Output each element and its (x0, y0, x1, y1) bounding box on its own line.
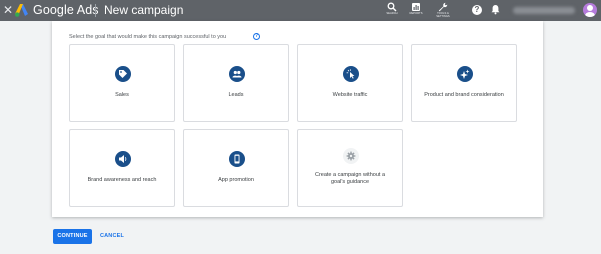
goal-card-label: Create a campaign without a goal's guida… (314, 172, 385, 185)
search-tool[interactable]: SEARCH (380, 1, 404, 20)
search-tool-label: SEARCH (386, 11, 398, 15)
account-info-blurred (513, 7, 575, 14)
people-icon (229, 66, 245, 82)
goal-card-website-traffic[interactable]: Website traffic (297, 44, 403, 122)
goal-card-product-brand-consideration[interactable]: Product and brand consideration (411, 44, 517, 122)
reports-tool[interactable]: REPORTS (404, 1, 428, 20)
goal-card-no-goal[interactable]: Create a campaign without a goal's guida… (297, 129, 403, 207)
reports-tool-label: REPORTS (409, 11, 423, 15)
goal-card-brand-awareness[interactable]: Brand awareness and reach (69, 129, 175, 207)
bell-icon[interactable] (491, 4, 500, 15)
tools-settings-tool-label: TOOLS & SETTINGS (436, 11, 450, 18)
phone-icon (229, 151, 245, 167)
goal-card-label: Leads (228, 92, 244, 98)
goal-card-label: Product and brand consideration (424, 92, 504, 98)
help-circle-icon[interactable]: ? (253, 33, 260, 40)
help-icon[interactable]: ? (472, 5, 482, 15)
goal-card-label: App promotion (218, 177, 254, 183)
goal-card-app-promotion[interactable]: App promotion (183, 129, 289, 207)
page-title: New campaign (104, 3, 184, 17)
goal-card-label: Sales (115, 92, 129, 98)
goal-selection-panel: Select the goal that would make this cam… (52, 21, 543, 217)
google-ads-logo (15, 4, 28, 17)
avatar[interactable] (583, 3, 597, 17)
speaker-icon (115, 151, 131, 167)
tag-icon (115, 66, 131, 82)
goal-card-label: Brand awareness and reach (87, 177, 157, 183)
goal-prompt: Select the goal that would make this cam… (69, 34, 227, 40)
continue-button[interactable]: CONTINUE (53, 229, 92, 244)
close-icon[interactable]: ✕ (2, 3, 14, 17)
goal-card-label: Website traffic (332, 92, 368, 98)
cancel-button[interactable]: CANCEL (97, 229, 127, 244)
top-app-bar: ✕ Google Ads New campaign SEARCH REPORTS… (0, 0, 601, 21)
cursor-click-icon (343, 66, 359, 82)
gear-icon (343, 148, 359, 164)
header-divider (95, 4, 96, 17)
goal-card-leads[interactable]: Leads (183, 44, 289, 122)
tools-settings-tool[interactable]: TOOLS & SETTINGS (431, 1, 455, 20)
brand-name: Google Ads (33, 3, 99, 17)
sparkle-icon (457, 66, 473, 82)
goal-card-sales[interactable]: Sales (69, 44, 175, 122)
